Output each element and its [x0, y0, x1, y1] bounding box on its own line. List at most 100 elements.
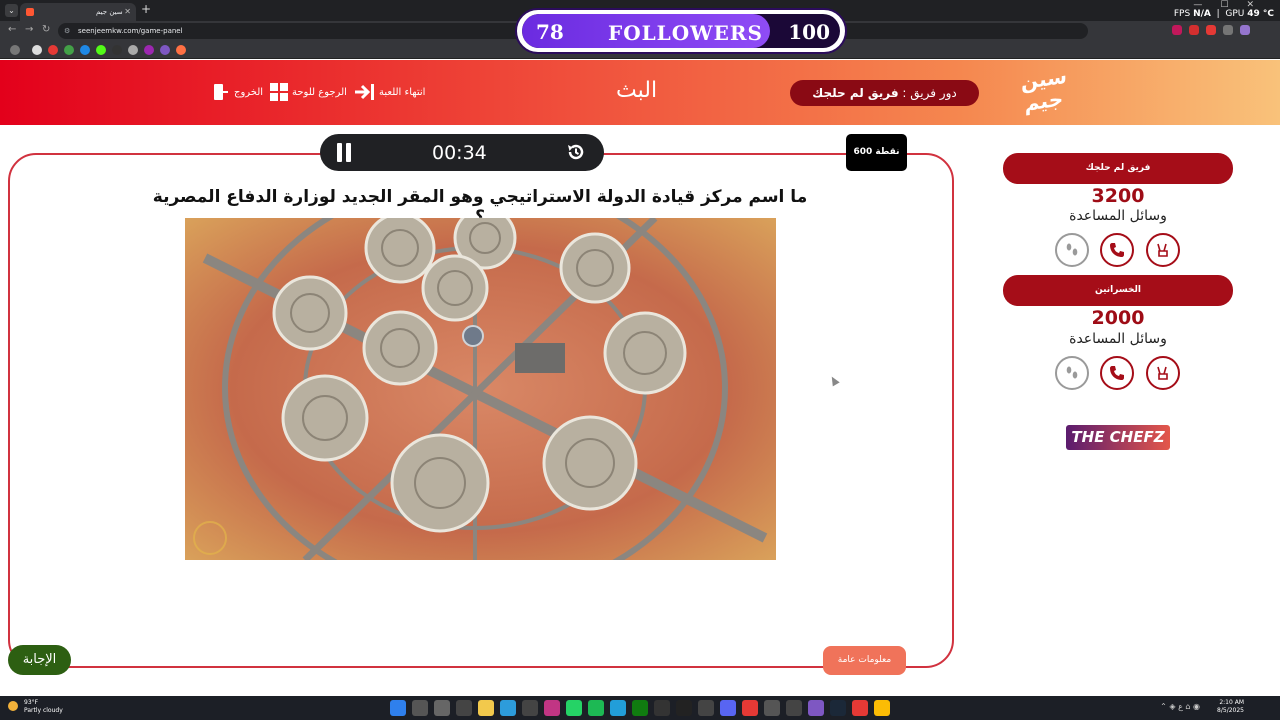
weather-condition: Partly cloudy — [24, 707, 63, 714]
fps-value: N/A — [1193, 9, 1211, 19]
answer-button[interactable]: الإجابة — [8, 645, 71, 675]
bookmark-icon[interactable] — [144, 45, 154, 55]
clock-date: 8/5/2025 — [1217, 707, 1244, 714]
profile-icon[interactable] — [1240, 25, 1250, 35]
search-icon[interactable] — [412, 700, 428, 716]
question-image — [185, 218, 776, 560]
followers-progress-bar: 78 FOLLOWERS 100 — [522, 14, 840, 48]
back-to-board-label: الرجوع للوحة — [292, 86, 347, 98]
team-1-call-friend-aid[interactable] — [1100, 233, 1134, 267]
general-info-button[interactable]: معلومات عامة — [823, 646, 906, 675]
steam-icon[interactable] — [830, 700, 846, 716]
extension-icon[interactable] — [1172, 25, 1182, 35]
reset-timer-icon[interactable] — [566, 142, 586, 162]
taskbar-clock[interactable]: 2:10 AM 8/5/2025 — [1217, 699, 1244, 715]
followers-goal: 100 — [788, 20, 830, 44]
exit-icon — [214, 84, 228, 100]
peace-hand-icon — [1157, 366, 1168, 380]
gpu-label: GPU — [1225, 9, 1245, 19]
taskbar-app-icon[interactable] — [522, 700, 538, 716]
bookmark-icon[interactable] — [80, 45, 90, 55]
taskbar-app-icon[interactable] — [654, 700, 670, 716]
telegram-icon[interactable] — [610, 700, 626, 716]
exit-label: الخروج — [234, 86, 264, 98]
start-icon[interactable] — [390, 700, 406, 716]
followers-goal-widget: 78 FOLLOWERS 100 — [515, 8, 847, 54]
tab-title: سين جيم — [96, 8, 123, 16]
team-1-double-points-aid[interactable] — [1055, 233, 1089, 267]
exit-button[interactable]: الخروج — [212, 83, 263, 101]
team-1-name: فريق لم حلجك — [1003, 153, 1233, 184]
performance-hud: FPS N/A | GPU 49 °C — [1173, 9, 1274, 19]
spotify-icon[interactable] — [588, 700, 604, 716]
site-info-icon[interactable]: ⚙ — [64, 23, 70, 39]
back-to-board-button[interactable]: الرجوع للوحة — [270, 83, 347, 101]
bookmark-icon[interactable] — [32, 45, 42, 55]
footsteps-icon — [1066, 366, 1078, 379]
tiktok-icon[interactable] — [676, 700, 692, 716]
team-2-double-points-aid[interactable] — [1055, 356, 1089, 390]
bookmark-icon[interactable] — [48, 45, 58, 55]
xbox-icon[interactable] — [632, 700, 648, 716]
phone-icon — [1110, 366, 1124, 380]
team-2-score: 2000 — [1091, 307, 1145, 329]
chrome-icon[interactable] — [874, 700, 890, 716]
taskbar-app-icon[interactable] — [808, 700, 824, 716]
end-game-button[interactable]: انتهاء اللعبة — [353, 83, 425, 101]
twitch-icon[interactable] — [160, 45, 170, 55]
taskbar-app-icon[interactable] — [786, 700, 802, 716]
reload-icon[interactable]: ↻ — [42, 24, 50, 35]
followers-label: FOLLOWERS — [608, 21, 763, 45]
team-1-two-answers-aid[interactable] — [1146, 233, 1180, 267]
kick-icon[interactable] — [96, 45, 106, 55]
team-2-name: الخسرانين — [1003, 275, 1233, 306]
bookmark-icon[interactable] — [64, 45, 74, 55]
turn-prefix: دور فريق : — [902, 86, 957, 100]
instagram-icon[interactable] — [544, 700, 560, 716]
weather-temp: 93°F — [24, 699, 39, 706]
task-view-icon[interactable] — [434, 700, 450, 716]
taskbar-app-icon[interactable] — [764, 700, 780, 716]
close-tab-icon[interactable]: ✕ — [124, 3, 131, 21]
team-2-call-friend-aid[interactable] — [1100, 356, 1134, 390]
extension-icon[interactable] — [1223, 25, 1233, 35]
phone-icon — [1110, 243, 1124, 257]
footsteps-icon — [1066, 243, 1078, 256]
forward-icon[interactable]: → — [25, 24, 33, 35]
taskbar-app-icon[interactable] — [456, 700, 472, 716]
discord-icon[interactable] — [720, 700, 736, 716]
extension-icon[interactable] — [1189, 25, 1199, 35]
new-tab-icon[interactable]: + — [141, 2, 151, 16]
extensions-bar — [1172, 25, 1250, 37]
taskbar-apps — [390, 700, 890, 716]
bookmark-icon[interactable] — [176, 45, 186, 55]
page-title: البث — [616, 78, 658, 103]
edge-icon[interactable] — [500, 700, 516, 716]
browser-tab[interactable]: سين جيم ✕ — [20, 3, 136, 21]
whatsapp-icon[interactable] — [566, 700, 582, 716]
team-2-two-answers-aid[interactable] — [1146, 356, 1180, 390]
weather-widget[interactable]: 93°F Partly cloudy — [8, 699, 63, 715]
taskbar-app-icon[interactable] — [852, 700, 868, 716]
app-logo: سين جيم — [1021, 63, 1067, 116]
bookmark-icon[interactable] — [112, 45, 122, 55]
board-grid-icon — [270, 83, 288, 101]
taskbar-app-icon[interactable] — [742, 700, 758, 716]
team-1-aids-label: وسائل المساعدة — [1069, 208, 1167, 224]
system-tray[interactable]: ⌃ ◈ ع ⌂ ◉ — [1160, 702, 1200, 711]
extension-icon[interactable] — [1206, 25, 1216, 35]
file-explorer-icon[interactable] — [478, 700, 494, 716]
taskbar-app-icon[interactable] — [698, 700, 714, 716]
pause-button[interactable] — [336, 143, 352, 162]
bookmark-icon[interactable] — [128, 45, 138, 55]
tab-search-icon[interactable]: ⌄ — [5, 4, 18, 17]
question-points-badge: 600 نقطة — [846, 134, 907, 171]
apps-icon[interactable] — [10, 45, 20, 55]
peace-hand-icon — [1157, 243, 1168, 257]
timer-value: 00:34 — [432, 142, 487, 164]
team-1-score: 3200 — [1091, 185, 1145, 207]
clock-time: 2:10 AM — [1219, 699, 1244, 706]
end-game-icon — [355, 84, 374, 100]
back-icon[interactable]: ← — [8, 24, 16, 35]
question-timer: 00:34 — [320, 134, 604, 171]
